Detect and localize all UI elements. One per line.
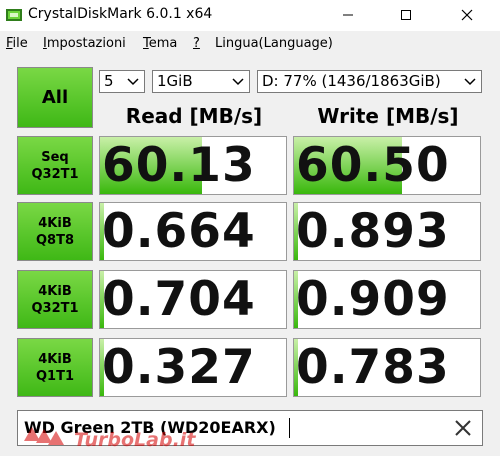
- write-value: 0.783: [296, 340, 450, 395]
- read-result-seq-q32t1: 60.13: [99, 136, 287, 195]
- comment-field[interactable]: WD Green 2TB (WD20EARX): [17, 410, 483, 446]
- chevron-down-icon: [464, 78, 476, 86]
- close-icon[interactable]: [452, 417, 474, 439]
- minimize-icon: [343, 14, 353, 16]
- title-bar: CrystalDiskMark 6.0.1 x64: [0, 0, 500, 31]
- read-result-4kib-q8t8: 0.664: [99, 202, 287, 261]
- 4kib-q8t8-button[interactable]: 4KiB Q8T8: [17, 202, 93, 261]
- test-size-select[interactable]: 1GiB: [152, 70, 250, 93]
- chevron-down-icon: [127, 78, 139, 86]
- comment-text: WD Green 2TB (WD20EARX): [24, 418, 276, 437]
- write-column-header: Write [MB/s]: [317, 104, 459, 128]
- write-value: 0.893: [296, 204, 450, 259]
- read-value: 0.327: [102, 340, 256, 395]
- write-value: 0.909: [296, 272, 450, 327]
- 4kib-q1t1-button[interactable]: 4KiB Q1T1: [17, 338, 93, 397]
- app-icon: [6, 9, 22, 21]
- test-count-value: 5: [104, 72, 114, 90]
- maximize-icon: [401, 10, 411, 20]
- minimize-button[interactable]: [325, 0, 371, 31]
- menu-theme[interactable]: Tema: [143, 36, 177, 51]
- read-result-4kib-q32t1: 0.704: [99, 270, 287, 329]
- seq-q32t1-button[interactable]: Seq Q32T1: [17, 136, 93, 195]
- read-column-header: Read [MB/s]: [125, 104, 263, 128]
- drive-select[interactable]: D: 77% (1436/1863GiB): [257, 70, 482, 93]
- all-button[interactable]: All: [17, 67, 93, 128]
- read-value: 60.13: [102, 138, 256, 193]
- close-icon: [461, 9, 473, 21]
- read-value: 0.664: [102, 204, 256, 259]
- write-result-4kib-q1t1: 0.783: [293, 338, 481, 397]
- test-count-select[interactable]: 5: [99, 70, 145, 93]
- read-value: 0.704: [102, 272, 256, 327]
- menu-settings[interactable]: Impostazioni: [43, 36, 126, 51]
- write-result-4kib-q8t8: 0.893: [293, 202, 481, 261]
- text-caret: [289, 418, 290, 438]
- menu-language[interactable]: Lingua(Language): [215, 36, 333, 51]
- window-title: CrystalDiskMark 6.0.1 x64: [28, 6, 213, 22]
- write-result-4kib-q32t1: 0.909: [293, 270, 481, 329]
- read-result-4kib-q1t1: 0.327: [99, 338, 287, 397]
- write-result-seq-q32t1: 60.50: [293, 136, 481, 195]
- test-size-value: 1GiB: [157, 72, 193, 90]
- drive-value: D: 77% (1436/1863GiB): [262, 72, 441, 90]
- menu-bar: File Impostazioni Tema ? Lingua(Language…: [0, 32, 500, 56]
- menu-help[interactable]: ?: [193, 36, 200, 51]
- 4kib-q32t1-button[interactable]: 4KiB Q32T1: [17, 270, 93, 329]
- write-value: 60.50: [296, 138, 450, 193]
- menu-file[interactable]: File: [6, 36, 28, 51]
- chevron-down-icon: [232, 78, 244, 86]
- maximize-button[interactable]: [383, 0, 429, 31]
- close-button[interactable]: [444, 0, 490, 31]
